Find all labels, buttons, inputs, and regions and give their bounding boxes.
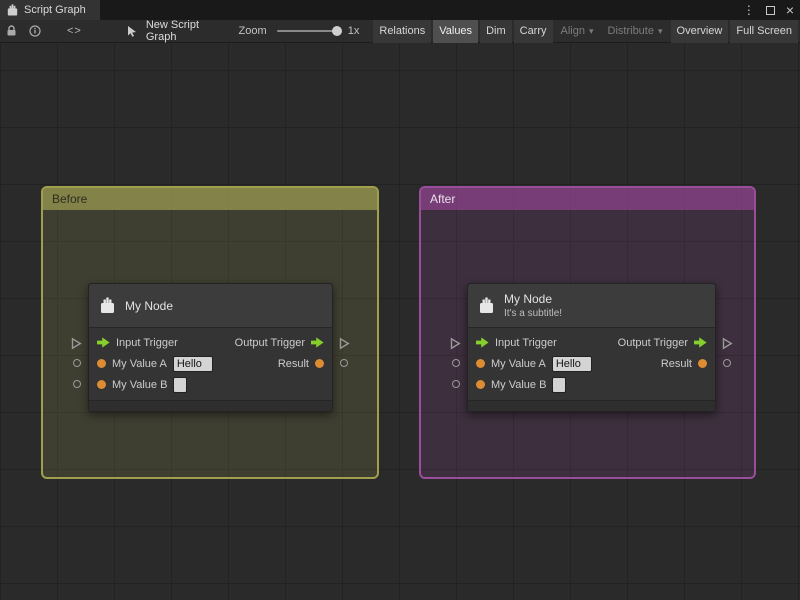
port-label: Result: [277, 357, 309, 370]
port-row: My Value A Result: [89, 353, 332, 374]
pointer-icon: [126, 25, 138, 37]
trigger-out-arrow-icon[interactable]: [694, 337, 707, 348]
port-row: My Value B: [89, 374, 332, 395]
node-header[interactable]: My Node: [89, 284, 332, 328]
port-label: Result: [660, 357, 692, 370]
trigger-out-arrow-icon[interactable]: [311, 337, 324, 348]
zoom-label: Zoom: [238, 25, 267, 37]
port-label: My Value B: [491, 378, 547, 391]
port-row: My Value B: [468, 374, 715, 395]
node-header[interactable]: My Node It's a subtitle!: [468, 284, 715, 328]
tab-bar: Script Graph ⋮ ×: [0, 0, 800, 20]
value-port-icon[interactable]: [452, 359, 460, 367]
value-port-icon[interactable]: [73, 359, 81, 367]
chevron-down-icon: ▾: [588, 25, 594, 36]
graph-toolbar: <> New Script Graph Zoom 1x Relations Va…: [0, 19, 800, 43]
node-body: Input Trigger Output Trigger My Value A: [468, 328, 715, 400]
node-footer: [468, 400, 715, 411]
value-port-dot[interactable]: [97, 380, 106, 389]
info-icon[interactable]: [29, 25, 41, 37]
carry-button[interactable]: Carry: [513, 19, 553, 43]
value-a-input[interactable]: [172, 355, 213, 372]
value-port-icon[interactable]: [340, 359, 348, 367]
trigger-port-icon[interactable]: [722, 337, 733, 353]
value-port-dot[interactable]: [315, 359, 324, 368]
port-label: Output Trigger: [617, 336, 688, 349]
breadcrumb-graph-name[interactable]: New Script Graph: [146, 19, 217, 43]
value-b-input[interactable]: [173, 376, 188, 393]
align-button[interactable]: Align ▾: [555, 20, 600, 43]
trigger-port-icon[interactable]: [71, 337, 82, 353]
trigger-port-icon[interactable]: [339, 337, 350, 353]
code-icon[interactable]: <>: [67, 25, 82, 37]
script-machine-icon: [478, 297, 495, 315]
node-title: My Node: [504, 292, 553, 306]
port-label: Output Trigger: [234, 336, 305, 349]
more-menu-icon[interactable]: ⋮: [743, 0, 755, 20]
node-my-node-after[interactable]: My Node It's a subtitle! Input Trigger O…: [450, 283, 733, 412]
zoom-slider-knob[interactable]: [331, 26, 342, 36]
value-port-icon[interactable]: [723, 359, 731, 367]
zoom-value: 1x: [347, 25, 360, 37]
chevron-down-icon: ▾: [657, 25, 663, 36]
port-label: Input Trigger: [495, 336, 557, 349]
script-graph-window: Script Graph ⋮ × <> New Script Graph Zoo…: [0, 0, 800, 600]
port-label: My Value A: [491, 357, 546, 370]
script-machine-icon: [99, 297, 116, 315]
dim-button[interactable]: Dim: [480, 19, 512, 43]
lock-icon[interactable]: [6, 25, 17, 37]
script-graph-tab-icon: [6, 3, 19, 17]
group-after-header[interactable]: After: [421, 188, 754, 210]
value-port-dot[interactable]: [476, 359, 485, 368]
tab-title: Script Graph: [24, 4, 86, 16]
node-footer: [89, 400, 332, 411]
group-after-title: After: [430, 192, 456, 206]
node-title: My Node: [125, 298, 174, 313]
value-port-dot[interactable]: [698, 359, 707, 368]
node-subtitle: It's a subtitle!: [504, 308, 563, 319]
port-label: Input Trigger: [116, 336, 178, 349]
value-port-dot[interactable]: [97, 359, 106, 368]
node-body: Input Trigger Output Trigger My Value A: [89, 328, 332, 400]
node-my-node-before[interactable]: My Node Input Trigger Output Trigger My …: [71, 283, 350, 412]
value-a-input[interactable]: [551, 355, 592, 372]
value-port-icon[interactable]: [73, 380, 81, 388]
trigger-in-arrow-icon[interactable]: [476, 337, 489, 348]
trigger-in-arrow-icon[interactable]: [97, 337, 110, 348]
group-before-title: Before: [52, 192, 88, 206]
port-label: My Value A: [112, 357, 167, 370]
port-row: My Value A Result: [468, 353, 715, 374]
value-port-icon[interactable]: [452, 380, 460, 388]
zoom-slider[interactable]: [276, 25, 342, 37]
distribute-button[interactable]: Distribute ▾: [602, 20, 669, 43]
value-b-input[interactable]: [552, 376, 567, 393]
window-controls: ⋮ ×: [743, 0, 794, 20]
maximize-icon[interactable]: [765, 5, 775, 15]
trigger-port-icon[interactable]: [450, 337, 461, 353]
port-row: Input Trigger Output Trigger: [468, 332, 715, 353]
group-before-header[interactable]: Before: [43, 188, 377, 210]
toolbar-buttons: Relations Values Dim Carry Align ▾ Distr…: [373, 19, 800, 43]
port-row: Input Trigger Output Trigger: [89, 332, 332, 353]
overview-button[interactable]: Overview: [670, 19, 729, 43]
graph-canvas[interactable]: Before After My Node Input Trigger Outpu…: [0, 43, 800, 600]
port-label: My Value B: [112, 378, 168, 391]
relations-button[interactable]: Relations: [373, 19, 432, 43]
close-icon[interactable]: ×: [786, 0, 794, 20]
tab-script-graph[interactable]: Script Graph: [0, 0, 100, 20]
fullscreen-button[interactable]: Full Screen: [730, 19, 798, 43]
value-port-dot[interactable]: [476, 380, 485, 389]
values-button[interactable]: Values: [433, 19, 479, 43]
